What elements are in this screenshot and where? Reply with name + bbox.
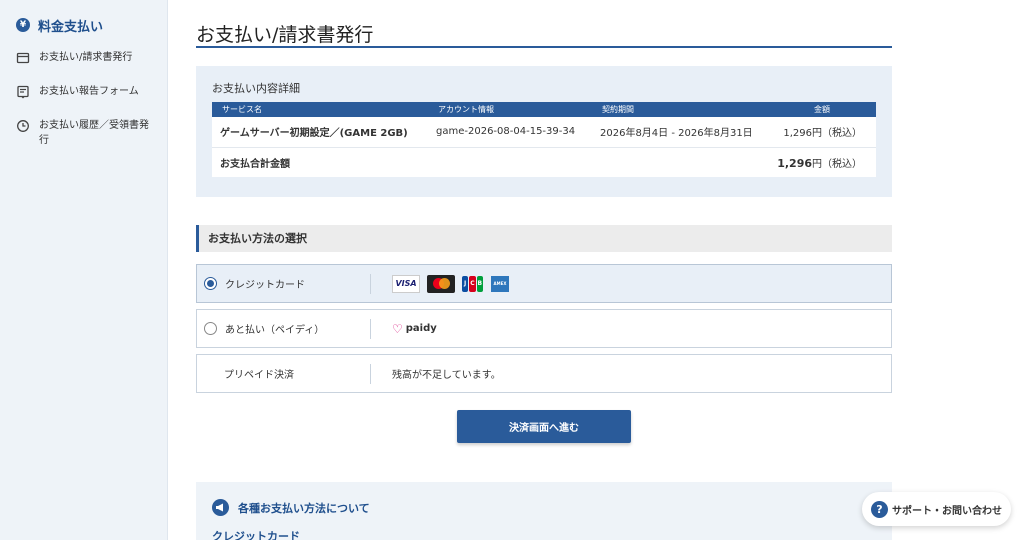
payment-option-prepaid: プリペイド決済 残高が不足しています。 [196,354,892,393]
page-title: お支払い/請求書発行 [196,0,892,48]
sidebar-item-label: お支払い報告フォーム [39,86,139,97]
payment-details-panel: お支払い内容詳細 サービス名 アカウント情報 契約期間 金額 ゲームサーバー初期… [196,66,892,197]
total-amount-value: 1,296 [777,156,812,170]
sidebar-header[interactable]: ¥ 料金支払い [0,0,167,50]
payment-option-paidy[interactable]: あと払い（ペイディ） ♡ paidy [196,309,892,348]
clock-icon [16,119,30,133]
sidebar-item-history[interactable]: お支払い履歴／受領書発行 [0,118,167,148]
sidebar-item-label: お支払い履歴／受領書発行 [39,120,149,146]
payment-option-label: クレジットカード [225,280,305,291]
jcb-logo-icon: JCB [462,275,484,293]
support-contact-button[interactable]: ? サポート・お問い合わせ [862,492,1011,526]
sidebar-item-payment[interactable]: お支払い/請求書発行 [0,50,167,65]
payment-methods-info-subtitle: クレジットカード [212,530,300,540]
total-row: お支払合計金額 1,296円（税込） [212,147,876,177]
column-header: 金額 [814,105,830,114]
amex-logo-icon: AMEX [491,275,509,292]
mastercard-logo-icon [427,274,455,293]
sidebar: ¥ 料金支払い お支払い/請求書発行 お支払い報告フォーム お支払い履歴／受領書… [0,0,168,540]
payment-methods-info-panel: 各種お支払い方法について クレジットカード [196,482,892,540]
radio-button-paidy[interactable] [204,322,217,335]
column-header: アカウント情報 [438,105,494,114]
contract-period: 2026年8月4日 - 2026年8月31日 [592,117,762,148]
payment-option-label: プリペイド決済 [224,370,294,381]
service-name: ゲームサーバー初期設定／(GAME 2GB) [212,117,428,148]
amount: 1,296円（税込） [762,117,876,148]
megaphone-icon [212,499,229,516]
column-header: サービス名 [222,105,262,114]
account-info: game-2026-08-04-15-39-34 [428,117,592,148]
payment-option-credit-card[interactable]: クレジットカード VISA JCB AMEX [196,264,892,303]
payment-details-title: お支払い内容詳細 [212,82,300,95]
card-brand-logos: VISA JCB AMEX [371,274,516,293]
total-amount: 1,296円（税込） [762,147,876,177]
visa-logo-icon: VISA [392,274,420,293]
proceed-to-payment-button[interactable]: 決済画面へ進む [457,410,631,443]
question-icon: ? [871,500,888,518]
form-icon [16,85,30,99]
radio-button-credit-card[interactable] [204,277,217,290]
total-amount-unit: 円（税込） [812,158,862,170]
payment-methods-info-title: 各種お支払い方法について [238,501,370,515]
column-header: 契約期間 [602,105,634,114]
payment-option-label: あと払い（ペイディ） [225,325,325,336]
total-label: お支払合計金額 [220,158,290,170]
table-header-row: サービス名 アカウント情報 契約期間 金額 [212,102,876,117]
prepaid-balance-note: 残高が不足しています。 [392,370,501,381]
support-contact-label: サポート・お問い合わせ [892,505,1002,517]
sidebar-item-label: お支払い/請求書発行 [39,52,133,63]
sidebar-item-report[interactable]: お支払い報告フォーム [0,84,167,99]
table-row: ゲームサーバー初期設定／(GAME 2GB) game-2026-08-04-1… [212,117,876,148]
main-content: お支払い/請求書発行 お支払い内容詳細 サービス名 アカウント情報 契約期間 金… [196,0,892,540]
payment-method-heading: お支払い方法の選択 [196,225,892,252]
yen-circle-icon: ¥ [16,18,30,32]
card-icon [16,51,30,65]
service-table: サービス名 アカウント情報 契約期間 金額 ゲームサーバー初期設定／(GAME … [212,102,876,177]
paidy-logo-icon: ♡ paidy [392,321,437,336]
sidebar-header-label: 料金支払い [38,19,104,35]
